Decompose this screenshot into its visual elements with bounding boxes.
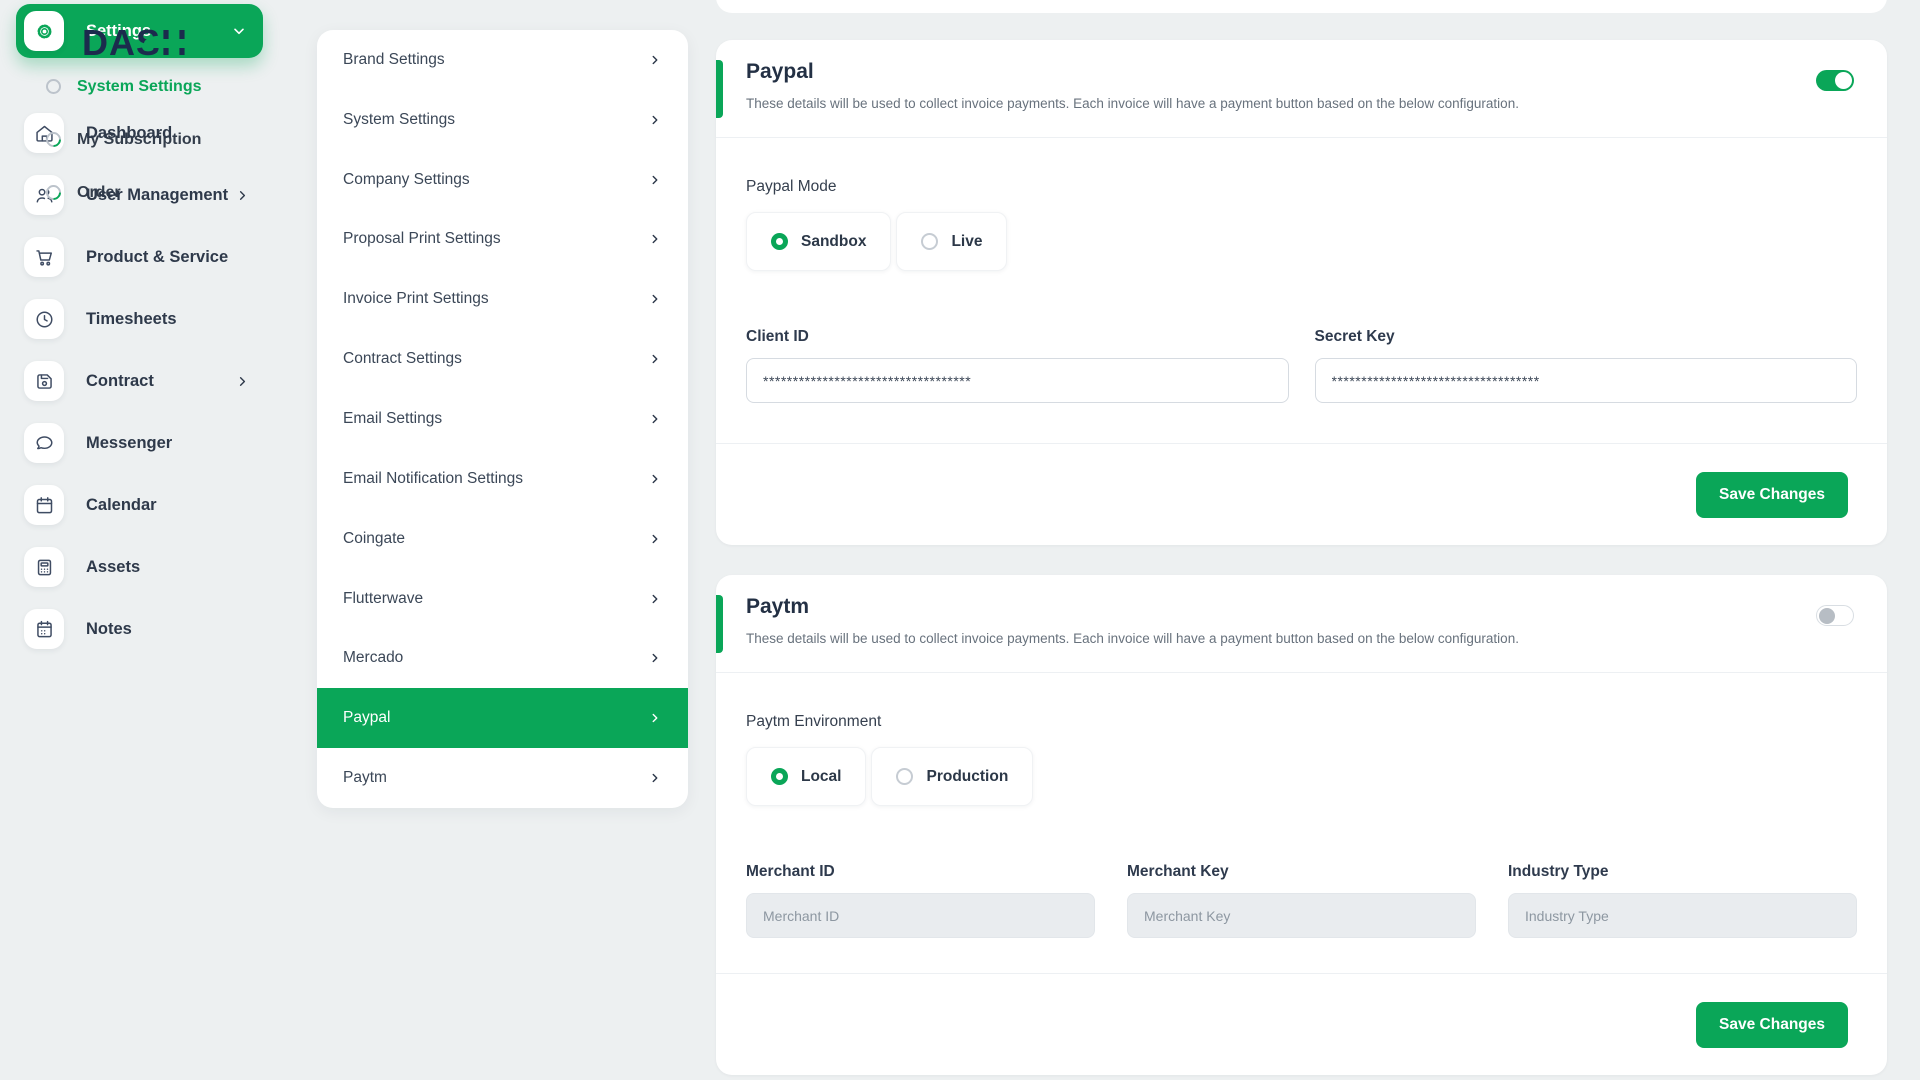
logo-dot <box>74 39 83 48</box>
settings-menu-item-coingate[interactable]: Coingate <box>317 509 688 569</box>
radio-icon <box>771 768 788 785</box>
paytm-description: These details will be used to collect in… <box>746 631 1519 646</box>
mode-option-live[interactable]: Live <box>896 212 1007 271</box>
previous-card-fragment <box>716 0 1887 13</box>
sidebar-item-user-management[interactable]: User Management <box>0 164 300 226</box>
chevron-right-icon <box>648 651 662 665</box>
paytm-fields: Merchant ID Merchant Key Industry Type <box>746 863 1857 938</box>
paytm-card-header: Paytm These details will be used to coll… <box>716 575 1887 673</box>
paytm-toggle[interactable] <box>1816 605 1854 626</box>
calculator-icon <box>24 547 64 587</box>
chevron-right-icon <box>648 113 662 127</box>
settings-menu-item-paytm[interactable]: Paytm <box>317 748 688 808</box>
settings-menu-item-system-settings[interactable]: System Settings <box>317 90 688 150</box>
client-id-input[interactable] <box>746 358 1289 403</box>
chat-icon <box>24 423 64 463</box>
radio-icon <box>896 768 913 785</box>
chevron-right-icon <box>648 532 662 546</box>
chevron-right-icon <box>648 711 662 725</box>
paypal-save-button[interactable]: Save Changes <box>1696 472 1848 518</box>
settings-menu-item-paypal[interactable]: Paypal <box>317 688 688 748</box>
sidebar-item-dashboard[interactable]: Dashboard <box>0 102 300 164</box>
field-secret-key: Secret Key <box>1315 328 1858 403</box>
paypal-card: Paypal These details will be used to col… <box>716 40 1887 545</box>
chevron-right-icon <box>648 472 662 486</box>
chevron-right-icon <box>648 592 662 606</box>
mode-option-production[interactable]: Production <box>871 747 1033 806</box>
paypal-card-header: Paypal These details will be used to col… <box>716 40 1887 138</box>
merchant-key-input <box>1127 893 1476 938</box>
accent-bar <box>716 60 723 118</box>
field-industry-type: Industry Type <box>1508 863 1857 938</box>
settings-menu-item-contract-settings[interactable]: Contract Settings <box>317 329 688 389</box>
field-merchant-id: Merchant ID <box>746 863 1095 938</box>
app-logo[interactable]: DASH <box>72 22 188 62</box>
paytm-mode-options: Local Production <box>746 747 1857 806</box>
secret-key-input[interactable] <box>1315 358 1858 403</box>
gear-icon <box>24 11 64 51</box>
chevron-right-icon <box>648 771 662 785</box>
mode-option-sandbox[interactable]: Sandbox <box>746 212 891 271</box>
merchant-id-input <box>746 893 1095 938</box>
contract-icon <box>24 361 64 401</box>
settings-menu-item-proposal-print-settings[interactable]: Proposal Print Settings <box>317 210 688 270</box>
clock-icon <box>24 299 64 339</box>
paypal-mode-label: Paypal Mode <box>746 178 1857 196</box>
sidebar-nav: Dashboard User Management Product & Se <box>0 102 300 660</box>
settings-menu-item-flutterwave[interactable]: Flutterwave <box>317 569 688 629</box>
chevron-right-icon <box>648 53 662 67</box>
field-merchant-key: Merchant Key <box>1127 863 1476 938</box>
paypal-description: These details will be used to collect in… <box>746 96 1519 111</box>
paypal-card-footer: Save Changes <box>716 443 1887 545</box>
paypal-title: Paypal <box>746 60 814 84</box>
paypal-toggle[interactable] <box>1816 70 1854 91</box>
sidebar-item-notes[interactable]: Notes <box>0 598 300 660</box>
settings-menu-item-company-settings[interactable]: Company Settings <box>317 150 688 210</box>
calendar-icon <box>24 485 64 525</box>
settings-menu-item-email-settings[interactable]: Email Settings <box>317 389 688 449</box>
paytm-card-body: Paytm Environment Local Production <box>716 673 1887 938</box>
sidebar-item-timesheets[interactable]: Timesheets <box>0 288 300 350</box>
sidebar-item-messenger[interactable]: Messenger <box>0 412 300 474</box>
screen: DASH Dashboard User Management <box>0 0 1920 1080</box>
settings-menu-item-invoice-print-settings[interactable]: Invoice Print Settings <box>317 269 688 329</box>
industry-type-input <box>1508 893 1857 938</box>
paypal-fields: Client ID Secret Key <box>746 328 1857 403</box>
sidebar-item-calendar[interactable]: Calendar <box>0 474 300 536</box>
logo-dash <box>144 39 210 48</box>
paypal-mode-options: Sandbox Live <box>746 212 1857 271</box>
paytm-title: Paytm <box>746 595 809 619</box>
sidebar-item-contract[interactable]: Contract <box>0 350 300 412</box>
paytm-save-button[interactable]: Save Changes <box>1696 1002 1848 1048</box>
chevron-right-icon <box>648 232 662 246</box>
chevron-down-icon <box>231 23 247 39</box>
settings-submenu-panel: Brand Settings System Settings Company S… <box>317 30 688 808</box>
settings-menu-item-brand-settings[interactable]: Brand Settings <box>317 30 688 90</box>
sidebar-item-product-service[interactable]: Product & Service <box>0 226 300 288</box>
accent-bar <box>716 595 723 653</box>
chevron-right-icon <box>648 352 662 366</box>
settings-menu-item-mercado[interactable]: Mercado <box>317 628 688 688</box>
field-client-id: Client ID <box>746 328 1289 403</box>
paytm-card: Paytm These details will be used to coll… <box>716 575 1887 1075</box>
chevron-right-icon <box>235 374 250 389</box>
sidebar: DASH Dashboard User Management <box>0 0 300 1080</box>
bullet-icon <box>43 76 64 97</box>
chevron-right-icon <box>648 412 662 426</box>
chevron-right-icon <box>235 188 250 203</box>
paytm-environment-label: Paytm Environment <box>746 713 1857 731</box>
sidebar-item-assets[interactable]: Assets <box>0 536 300 598</box>
radio-icon <box>921 233 938 250</box>
cart-icon <box>24 237 64 277</box>
chevron-right-icon <box>648 292 662 306</box>
radio-icon <box>771 233 788 250</box>
paytm-card-footer: Save Changes <box>716 973 1887 1075</box>
chevron-right-icon <box>648 173 662 187</box>
notes-icon <box>24 609 64 649</box>
settings-menu-item-email-notification-settings[interactable]: Email Notification Settings <box>317 449 688 509</box>
mode-option-local[interactable]: Local <box>746 747 866 806</box>
paypal-card-body: Paypal Mode Sandbox Live <box>716 138 1887 403</box>
